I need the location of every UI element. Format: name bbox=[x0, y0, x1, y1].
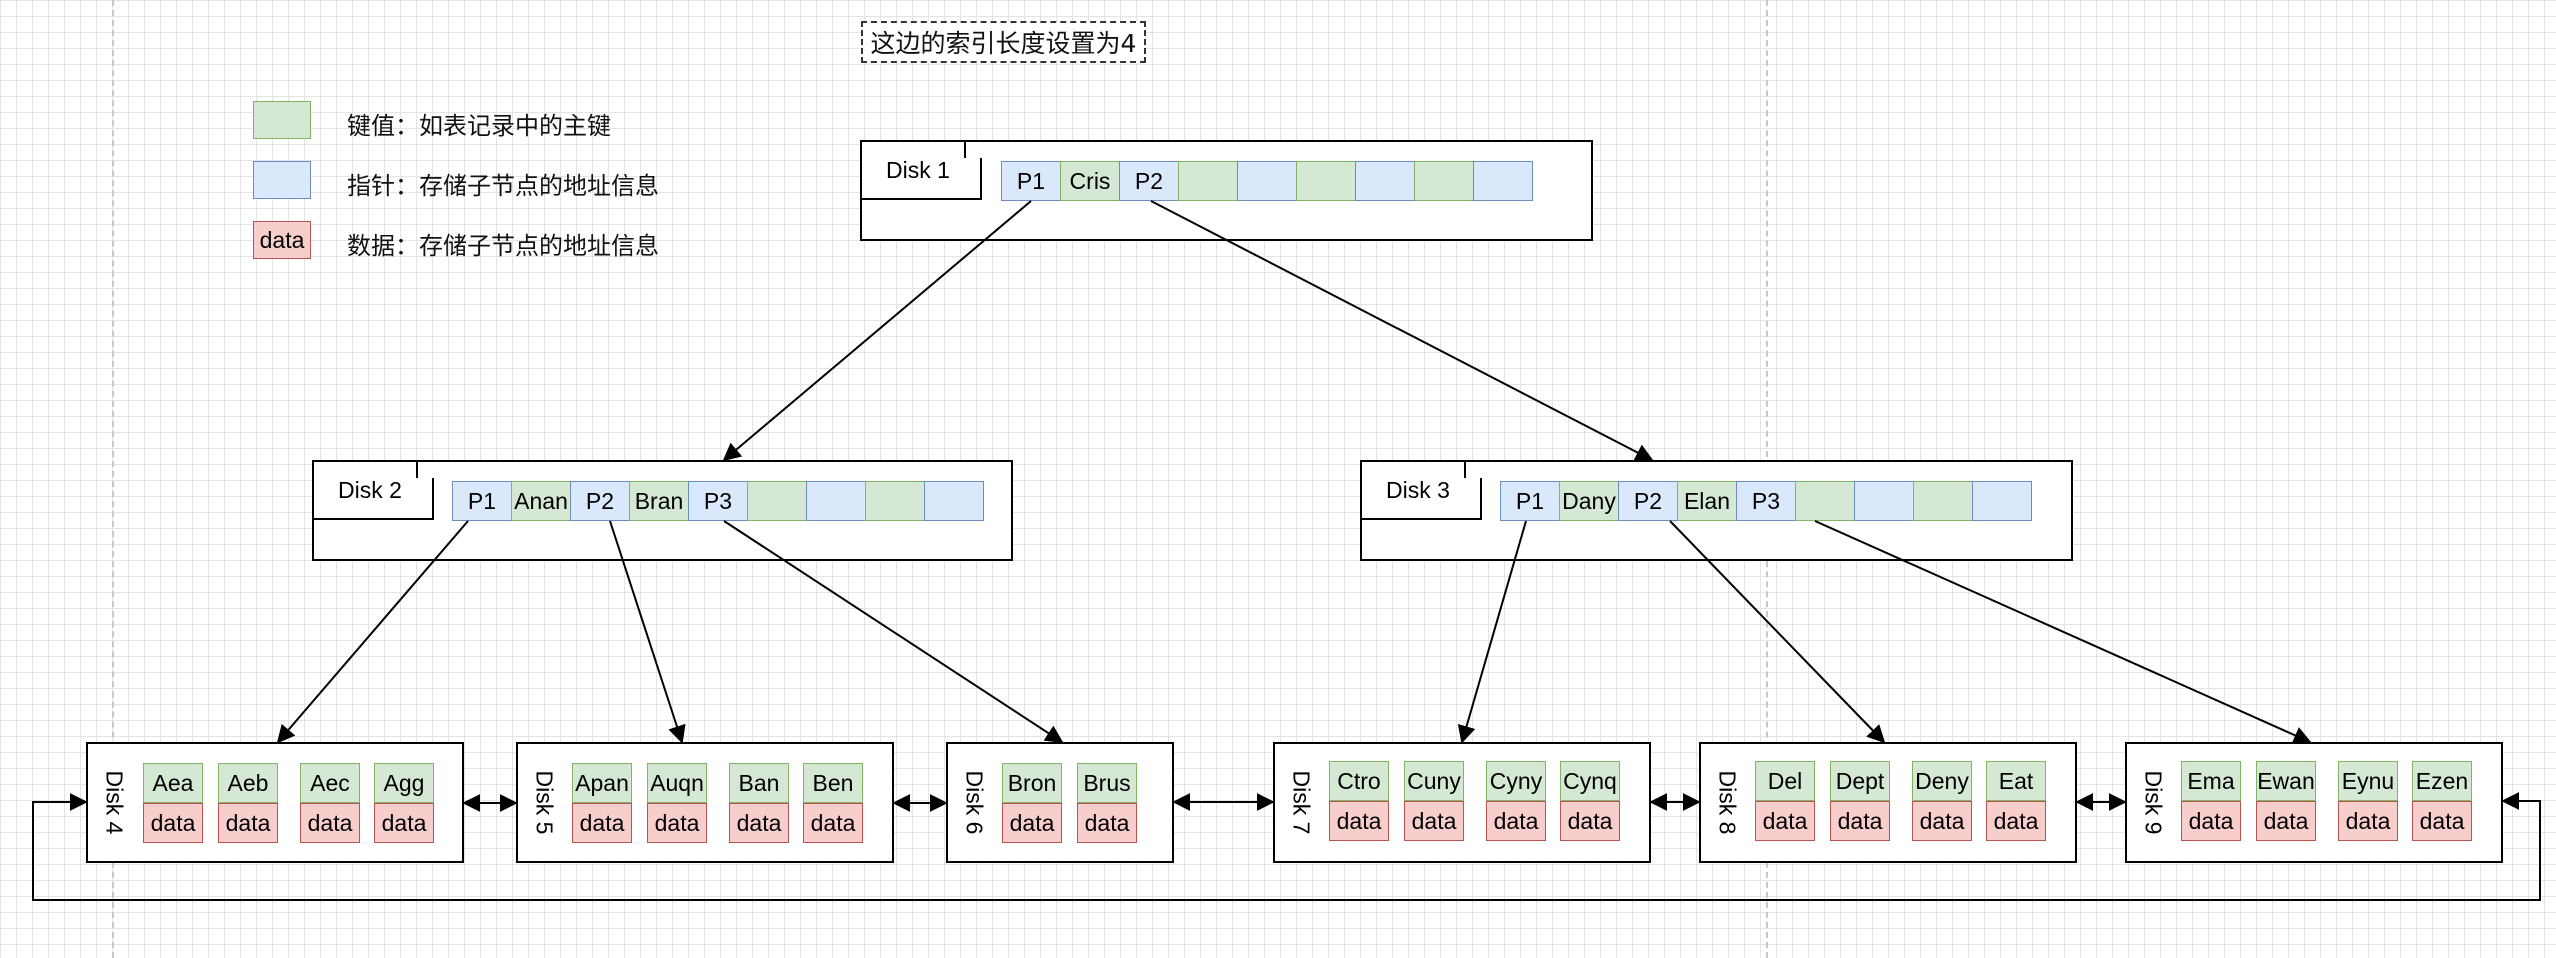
pointer-arrow bbox=[1457, 520, 1527, 744]
pointer-arrow bbox=[722, 200, 1032, 462]
connector-layer bbox=[32, 200, 2541, 901]
pointer-arrow bbox=[723, 520, 1064, 743]
pointer-arrow bbox=[1669, 520, 1886, 744]
pointer-arrow bbox=[1150, 200, 1654, 461]
pointer-arrow bbox=[609, 520, 686, 744]
pointer-arrow bbox=[1814, 520, 2312, 744]
pointer-arrow bbox=[276, 520, 469, 744]
wraparound-link-arrow bbox=[32, 792, 2541, 901]
